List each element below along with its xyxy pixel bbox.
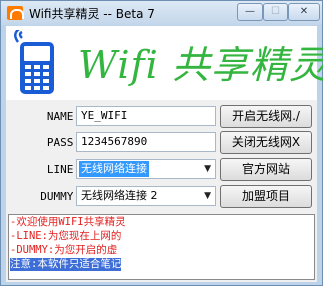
window-title: Wifi共享精灵 -- Beta 7 — [29, 7, 155, 21]
log-line: -欢迎使用WIFI共享精灵 — [10, 216, 126, 228]
log-line-note: 注意:本软件只适合笔记 — [10, 258, 122, 271]
banner-title: Wifi 共享精灵 — [78, 43, 323, 87]
banner: Wifi 共享精灵 — [6, 26, 323, 100]
log-textarea[interactable]: -欢迎使用WIFI共享精灵 -LINE:为您现在上网的 -DUMMY:为您开启的… — [8, 214, 315, 280]
wifi-app-icon — [7, 6, 24, 20]
maximize-button: ☐ — [263, 3, 288, 21]
log-line: -LINE:为您现在上网的 — [10, 230, 122, 242]
dummy-select[interactable]: 无线网络连接 2 ▼ — [76, 186, 216, 206]
stop-wifi-button[interactable]: 关闭无线网X — [220, 131, 312, 154]
pass-label: PASS: — [46, 136, 80, 149]
main-panel: Wifi 共享精灵 NAME: YE_WIFI 开启无线网./ PASS: 12… — [6, 26, 323, 282]
chevron-down-icon[interactable]: ▼ — [204, 160, 211, 178]
join-button[interactable]: 加盟项目 — [220, 185, 312, 208]
line-label: LINE: — [46, 163, 80, 176]
log-line: -DUMMY:为您开启的虚 — [10, 244, 118, 256]
chevron-down-icon[interactable]: ▼ — [204, 187, 211, 205]
minimize-button[interactable]: — — [237, 3, 263, 21]
dummy-label: DUMMY: — [40, 190, 80, 203]
log-overlay — [129, 215, 314, 279]
start-wifi-button[interactable]: 开启无线网./ — [220, 105, 312, 128]
title-bar[interactable]: Wifi共享精灵 -- Beta 7 — ☐ ✕ — [1, 1, 322, 25]
website-button[interactable]: 官方网站 — [220, 158, 312, 181]
close-button[interactable]: ✕ — [288, 3, 320, 21]
line-select-value: 无线网络连接 — [79, 161, 149, 177]
password-input[interactable]: 1234567890 — [76, 132, 216, 152]
name-label: NAME: — [46, 110, 80, 123]
line-select[interactable]: 无线网络连接 ▼ — [76, 159, 216, 179]
app-window: Wifi共享精灵 -- Beta 7 — ☐ ✕ Wifi 共享精灵 NAME:… — [0, 0, 323, 286]
phone-wifi-icon — [14, 30, 54, 94]
dummy-select-value: 无线网络连接 2 — [81, 189, 158, 202]
ssid-input[interactable]: YE_WIFI — [76, 106, 216, 126]
